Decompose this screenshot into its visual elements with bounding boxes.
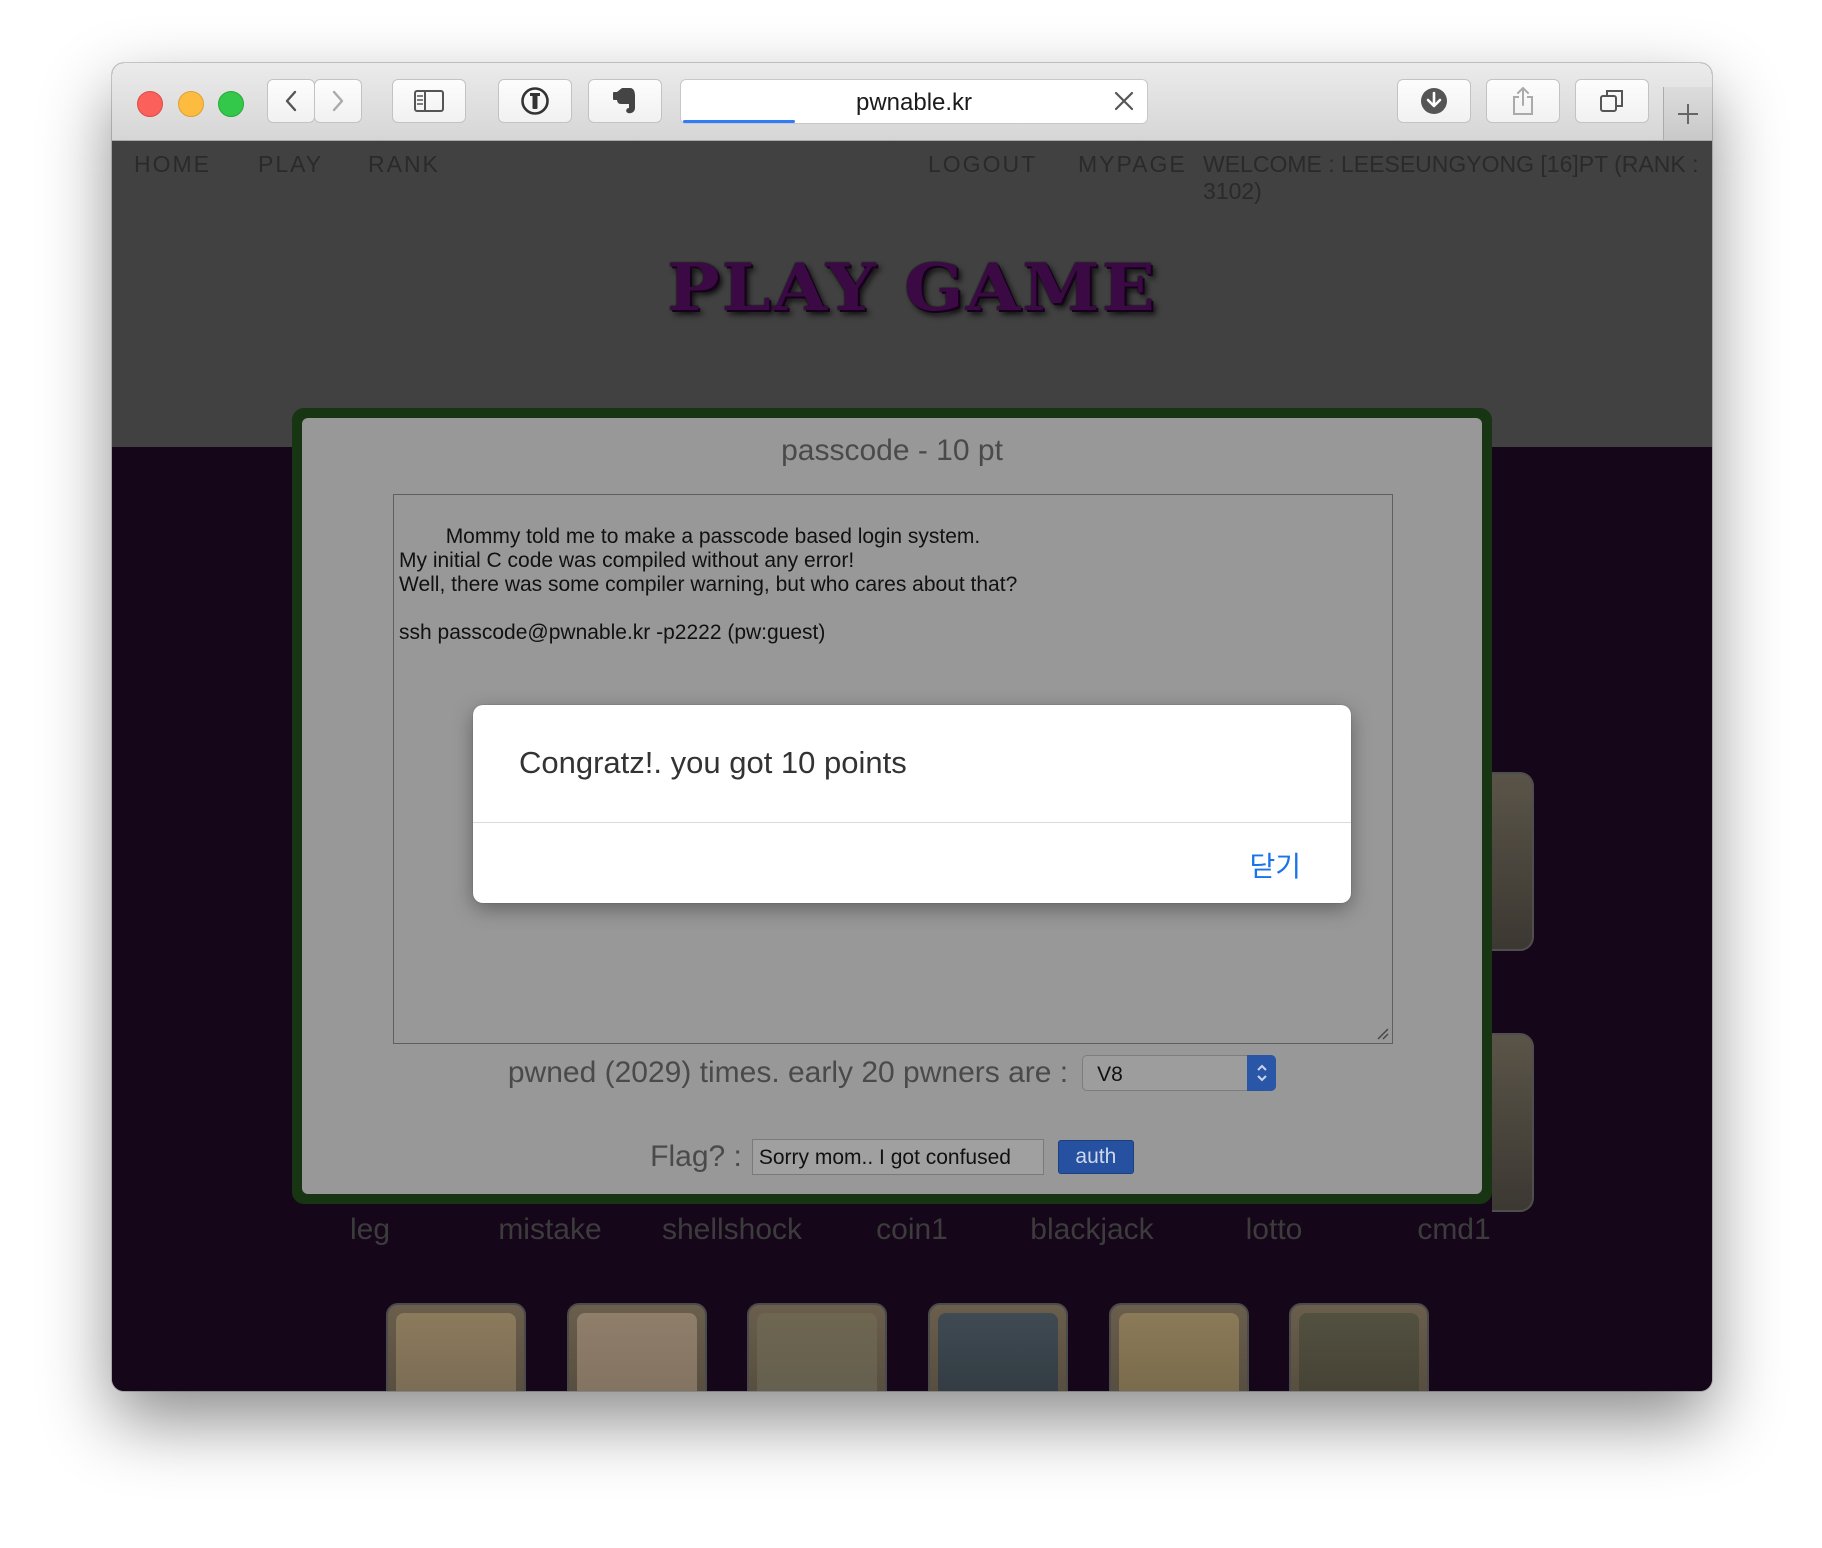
zoom-window-button[interactable] — [218, 91, 244, 117]
pwned-row: pwned (2029) times. early 20 pwners are … — [302, 1055, 1482, 1091]
evernote-icon — [613, 88, 635, 114]
back-icon — [285, 90, 297, 112]
forward-button[interactable] — [314, 79, 362, 123]
nav-rank[interactable]: RANK — [368, 151, 440, 178]
page-load-progress — [683, 120, 795, 123]
nav-home[interactable]: HOME — [134, 151, 211, 178]
pwned-count-text: pwned (2029) times. early 20 pwners are … — [507, 1056, 1069, 1089]
browser-window: pwnable.kr HOME PLAY RANK LOGOUT MYPAGE … — [112, 63, 1712, 1391]
description-text: Mommy told me to make a passcode based l… — [399, 525, 1018, 644]
challenge-card[interactable] — [386, 1303, 526, 1391]
alert-close-button[interactable]: 닫기 — [1249, 845, 1301, 885]
alert-divider — [473, 822, 1351, 823]
challenge-card[interactable] — [1289, 1303, 1429, 1391]
sidebar-icon — [414, 90, 444, 112]
password-manager-button[interactable] — [498, 79, 572, 123]
tabs-icon — [1600, 90, 1623, 112]
welcome-text: WELCOME : LEESEUNGYONG [16]PT (RANK : 31… — [1203, 151, 1699, 204]
password-manager-icon — [521, 87, 549, 115]
nav-play[interactable]: PLAY — [258, 151, 323, 178]
alert-message: Congratz!. you got 10 points — [519, 745, 907, 780]
new-tab-icon — [1678, 103, 1698, 124]
challenge-label[interactable]: shellshock — [652, 1213, 812, 1247]
close-window-button[interactable] — [137, 91, 163, 117]
challenge-card[interactable] — [747, 1303, 887, 1391]
flag-label: Flag? : — [650, 1140, 742, 1173]
challenge-label[interactable]: blackjack — [1012, 1213, 1172, 1247]
page-content: HOME PLAY RANK LOGOUT MYPAGE WELCOME : L… — [112, 141, 1712, 1391]
select-arrows-icon — [1247, 1055, 1277, 1091]
early-pwners-selected: V8 — [1097, 1063, 1123, 1086]
browser-toolbar: pwnable.kr — [112, 63, 1712, 141]
new-tab-button[interactable] — [1663, 87, 1712, 140]
challenge-label[interactable]: coin1 — [832, 1213, 992, 1247]
auth-button[interactable]: auth — [1057, 1140, 1134, 1174]
early-pwners-select[interactable]: V8 — [1082, 1055, 1277, 1091]
resize-grip-icon[interactable] — [1375, 1026, 1389, 1040]
flag-row: Flag? : Sorry mom.. I got confused auth — [302, 1139, 1482, 1175]
minimize-window-button[interactable] — [178, 91, 204, 117]
challenge-card[interactable] — [928, 1303, 1068, 1391]
challenge-card[interactable] — [1492, 1033, 1534, 1212]
challenge-label[interactable]: cmd1 — [1374, 1213, 1534, 1247]
challenge-card[interactable] — [1492, 772, 1534, 951]
challenge-card[interactable] — [1109, 1303, 1249, 1391]
share-button[interactable] — [1486, 79, 1560, 123]
downloads-button[interactable] — [1397, 79, 1471, 123]
address-bar[interactable]: pwnable.kr — [680, 79, 1148, 124]
alert-dialog: Congratz!. you got 10 points 닫기 — [473, 705, 1351, 903]
nav-logout[interactable]: LOGOUT — [928, 151, 1037, 178]
challenge-label[interactable]: leg — [290, 1213, 450, 1247]
close-tab-icon[interactable] — [1113, 90, 1135, 117]
tabs-overview-button[interactable] — [1575, 79, 1649, 123]
evernote-button[interactable] — [588, 79, 662, 123]
page-title: PLAY GAME — [667, 249, 1157, 326]
back-button[interactable] — [267, 79, 315, 123]
challenge-title: passcode - 10 pt — [781, 434, 1003, 467]
forward-icon — [332, 90, 344, 112]
address-url: pwnable.kr — [855, 89, 973, 116]
challenge-card[interactable] — [567, 1303, 707, 1391]
flag-input[interactable]: Sorry mom.. I got confused — [751, 1139, 1044, 1175]
challenge-label[interactable]: lotto — [1194, 1213, 1354, 1247]
share-icon — [1513, 86, 1533, 115]
downloads-icon — [1421, 88, 1447, 114]
challenge-label[interactable]: mistake — [470, 1213, 630, 1247]
nav-mypage[interactable]: MYPAGE — [1078, 151, 1187, 178]
sidebar-button[interactable] — [392, 79, 466, 123]
